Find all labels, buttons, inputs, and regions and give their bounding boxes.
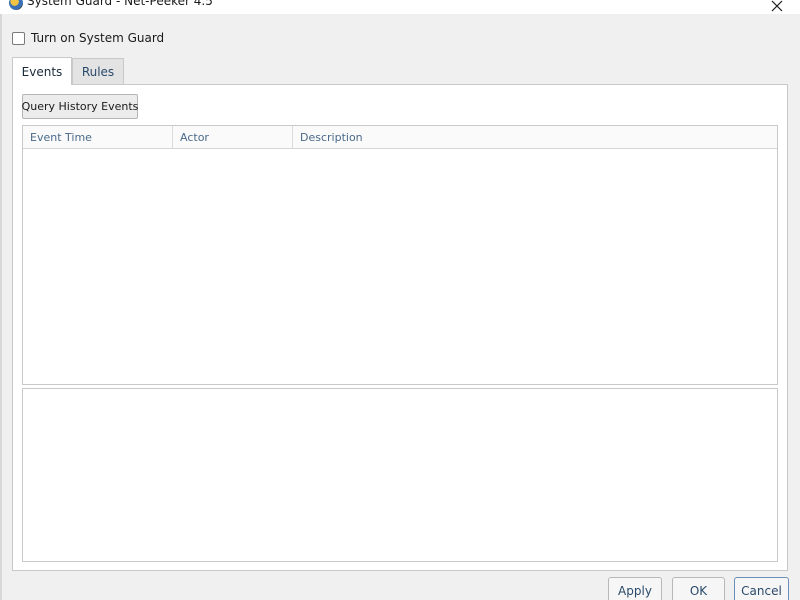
tab-events[interactable]: Events	[12, 57, 72, 85]
column-header-event-time[interactable]: Event Time	[23, 126, 173, 148]
window-title: System Guard - Net-Peeker 4.5	[27, 0, 213, 8]
events-table-body[interactable]	[23, 149, 777, 384]
query-history-events-button[interactable]: Query History Events	[22, 94, 138, 119]
close-icon	[771, 0, 783, 11]
background-edge	[0, 0, 2, 600]
events-table[interactable]: Event Time Actor Description	[22, 125, 778, 385]
column-header-description[interactable]: Description	[293, 126, 777, 148]
column-header-actor[interactable]: Actor	[173, 126, 293, 148]
system-guard-checkbox[interactable]	[12, 31, 25, 45]
tab-rules[interactable]: Rules	[72, 58, 124, 84]
app-icon	[9, 0, 23, 10]
turn-on-system-guard-checkbox-row[interactable]: Turn on System Guard	[12, 31, 164, 45]
cancel-button[interactable]: Cancel	[734, 577, 789, 600]
event-detail-pane[interactable]	[22, 388, 778, 562]
title-bar[interactable]: System Guard - Net-Peeker 4.5	[0, 0, 800, 14]
ok-button[interactable]: OK	[672, 577, 725, 600]
system-guard-checkbox-label: Turn on System Guard	[31, 31, 165, 45]
system-guard-dialog: System Guard - Net-Peeker 4.5 Turn on Sy…	[0, 0, 800, 600]
close-button[interactable]	[754, 0, 800, 14]
apply-button[interactable]: Apply	[608, 577, 662, 600]
events-table-header: Event Time Actor Description	[23, 126, 777, 149]
